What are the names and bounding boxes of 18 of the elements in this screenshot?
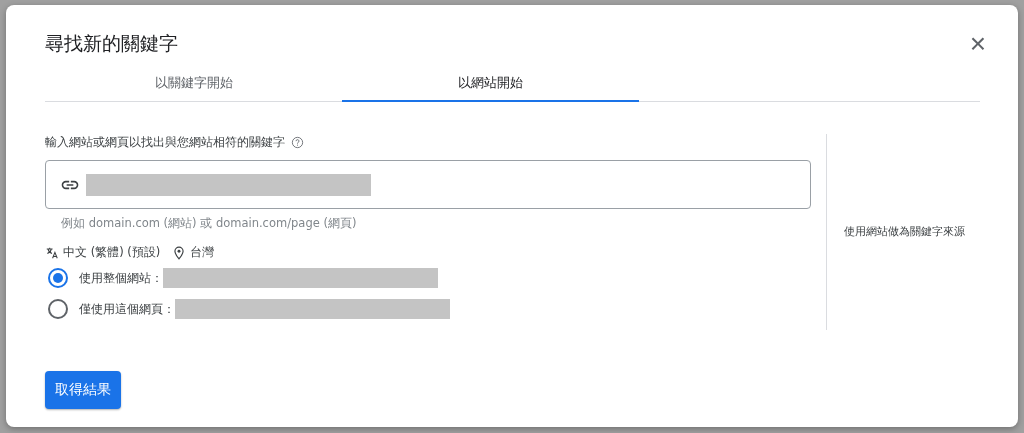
close-button[interactable]: × <box>969 30 986 58</box>
dialog-title: 尋找新的關鍵字 <box>45 31 178 56</box>
option-label: 僅使用這個網頁： <box>79 300 175 318</box>
option-label: 使用整個網站： <box>79 269 163 287</box>
tab[interactable]: 以網站開始 <box>342 65 639 102</box>
translate-icon <box>45 245 59 260</box>
get-results-button[interactable]: 取得結果 <box>45 371 121 409</box>
field-label: 輸入網站或網頁以找出與您網站相符的關鍵字 <box>45 134 285 151</box>
url-input-field[interactable] <box>45 160 811 209</box>
help-icon[interactable] <box>291 136 304 149</box>
tab[interactable]: 以關鍵字開始 <box>45 65 342 102</box>
language-text: 中文 (繁體) (預設) <box>63 245 161 260</box>
location-text: 台灣 <box>190 245 215 260</box>
location-pin-icon <box>172 245 187 260</box>
hint-text: 例如 domain.com (網站) 或 domain.com/page (網頁) <box>61 216 358 231</box>
side-note: 使用網站做為關鍵字來源 <box>844 224 966 240</box>
radio-button[interactable] <box>48 299 68 319</box>
radio-button[interactable] <box>48 268 68 288</box>
